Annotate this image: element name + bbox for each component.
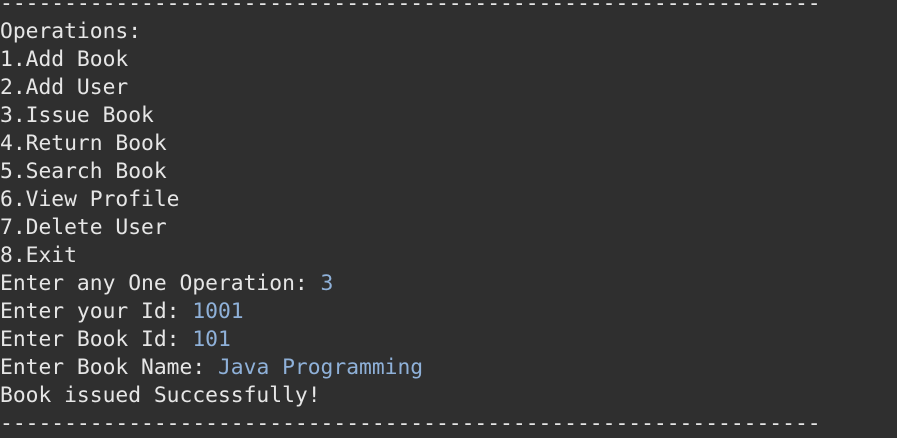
prompt-book-id: Enter Book Id: 101	[0, 326, 897, 354]
prompt-operation: Enter any One Operation: 3	[0, 270, 897, 298]
prompt-book-id-label: Enter Book Id:	[0, 327, 193, 352]
menu-item-add-book: 1.Add Book	[0, 47, 129, 72]
menu-item-delete-user: 7.Delete User	[0, 215, 167, 240]
menu-item-return-book: 4.Return Book	[0, 131, 167, 156]
menu-heading: Operations:	[0, 19, 142, 44]
result-message: Book issued Successfully!	[0, 383, 321, 408]
menu-item-issue-book: 3.Issue Book	[0, 103, 154, 128]
menu-item-search-book: 5.Search Book	[0, 159, 167, 184]
user-id-input-value[interactable]: 1001	[192, 299, 243, 324]
prompt-book-name-label: Enter Book Name:	[0, 355, 218, 380]
operation-input-value[interactable]: 3	[321, 271, 334, 296]
prompt-operation-label: Enter any One Operation:	[0, 271, 321, 296]
menu-item-add-user: 2.Add User	[0, 75, 129, 100]
prompt-user-id-label: Enter your Id:	[0, 299, 193, 324]
separator-bottom: ----------------------------------------…	[0, 411, 821, 436]
prompt-book-name: Enter Book Name: Java Programming	[0, 354, 897, 382]
separator-top: ----------------------------------------…	[0, 0, 821, 16]
menu-item-exit: 8.Exit	[0, 243, 77, 268]
book-id-input-value[interactable]: 101	[192, 327, 230, 352]
menu-item-view-profile: 6.View Profile	[0, 187, 180, 212]
terminal-window: ----------------------------------------…	[0, 0, 897, 436]
prompt-user-id: Enter your Id: 1001	[0, 298, 897, 326]
book-name-input-value[interactable]: Java Programming	[218, 355, 423, 380]
